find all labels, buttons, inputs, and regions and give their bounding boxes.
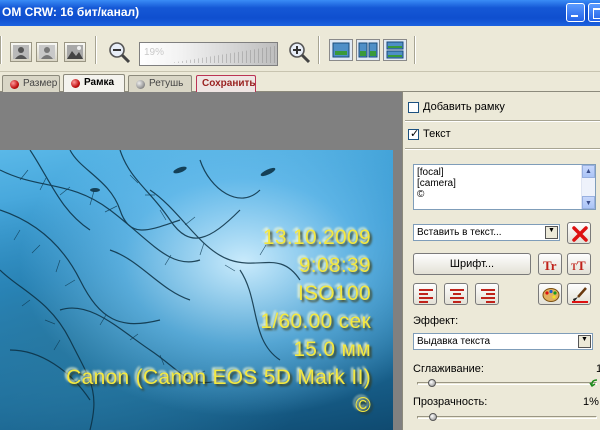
stacked-view-button[interactable] <box>383 39 407 61</box>
landscape-view-button[interactable] <box>64 42 86 62</box>
tab-save[interactable]: Сохранить <box>196 75 256 92</box>
align-right-icon <box>481 289 495 303</box>
text-label: Текст <box>423 128 451 140</box>
overlay-camera: Canon (Canon EOS 5D Mark II) <box>66 366 371 389</box>
title-bar: OM CRW: 16 бит/канал) <box>0 0 600 26</box>
add-frame-checkbox[interactable] <box>408 102 419 113</box>
tab-label: Размер <box>23 78 58 89</box>
single-view-icon <box>332 42 350 58</box>
text-case-icon: Tr <box>543 258 557 273</box>
scroll-up-icon[interactable] <box>582 165 595 178</box>
tab-retouch[interactable]: Ретушь <box>128 75 192 92</box>
text-field-scrollbar[interactable] <box>581 165 595 209</box>
toolbar-separator <box>95 36 97 64</box>
image-canvas[interactable]: 13.10.2009 9:08:39 ISO100 1/60.00 сек 15… <box>0 92 402 430</box>
toolbar-separator <box>318 36 320 64</box>
tab-frame[interactable]: Рамка <box>63 74 125 92</box>
person-view-2-button[interactable] <box>36 42 58 62</box>
zoom-out-icon[interactable] <box>107 40 131 64</box>
divider <box>405 120 600 122</box>
text-line: [camera] <box>417 178 456 189</box>
landscape-icon <box>67 45 83 59</box>
tab-label: Ретушь <box>149 78 184 89</box>
align-right-button[interactable] <box>475 283 499 305</box>
status-dot-icon <box>136 80 145 89</box>
add-frame-label: Добавить рамку <box>423 101 505 113</box>
zoom-percent: 19% <box>144 47 165 58</box>
svg-text:Tr: Tr <box>543 258 557 273</box>
text-line: [focal] <box>417 167 444 178</box>
split-view-button[interactable] <box>356 39 380 61</box>
overlay-shutter: 1/60.00 сек <box>260 310 371 333</box>
person-icon <box>39 45 55 59</box>
brush-icon <box>572 287 588 303</box>
delete-text-button[interactable] <box>567 222 591 244</box>
font-button[interactable]: Шрифт... <box>413 253 531 275</box>
person-view-button[interactable] <box>10 42 32 62</box>
maximize-button[interactable] <box>588 3 600 22</box>
tab-strip: Размер Рамка Ретушь Сохранить <box>0 72 600 92</box>
effect-dropdown[interactable]: Выдавка текста <box>413 333 593 350</box>
svg-text:T: T <box>577 258 586 273</box>
toolbar: 19% <box>0 26 600 72</box>
split-view-icon <box>358 42 378 58</box>
status-dot-icon <box>10 80 19 89</box>
toolbar-separator <box>414 36 416 64</box>
overlay-time: 9:08:39 <box>298 254 371 277</box>
insert-combo-value: Вставить в текст... <box>417 227 502 238</box>
tab-label: Рамка <box>84 77 115 88</box>
overlay-copyright: © <box>355 394 371 417</box>
photo-preview: 13.10.2009 9:08:39 ISO100 1/60.00 сек 15… <box>0 150 393 430</box>
person-icon <box>13 45 29 59</box>
close-icon <box>572 226 588 242</box>
window-title: OM CRW: 16 бит/канал) <box>2 5 140 19</box>
chevron-down-icon <box>545 226 558 239</box>
case-small-button[interactable]: Tr <box>538 253 562 275</box>
overlay-text-field[interactable]: [focal] [camera] © <box>413 164 596 210</box>
transparency-slider-thumb[interactable] <box>429 413 437 421</box>
effect-value: Выдавка текста <box>417 336 491 347</box>
smoothing-label: Сглаживание: <box>413 363 484 375</box>
text-line: © <box>417 189 425 200</box>
text-size-icon: TT <box>571 258 586 273</box>
single-view-button[interactable] <box>329 39 353 61</box>
status-dot-icon <box>71 79 80 88</box>
case-upper-button[interactable]: TT <box>567 253 591 275</box>
divider <box>405 148 600 150</box>
text-checkbox[interactable] <box>408 127 419 140</box>
overlay-date: 13.10.2009 <box>262 226 371 249</box>
overlay-focal: 15.0 мм <box>293 338 371 361</box>
scroll-down-icon[interactable] <box>582 196 595 209</box>
align-left-icon <box>419 289 433 303</box>
align-left-button[interactable] <box>413 283 437 305</box>
smoothing-slider-thumb[interactable] <box>428 379 436 387</box>
palette-icon <box>542 288 560 302</box>
toolbar-separator <box>0 36 2 64</box>
insert-into-text-dropdown[interactable]: Вставить в текст... <box>413 224 560 241</box>
chevron-down-icon <box>578 335 591 348</box>
frame-settings-panel: Добавить рамку Текст [focal] [camera] © … <box>402 92 600 430</box>
brush-button[interactable] <box>567 283 591 305</box>
zoom-scale-bars <box>170 46 275 63</box>
color-palette-button[interactable] <box>538 283 562 305</box>
align-center-icon <box>450 289 464 303</box>
align-center-button[interactable] <box>444 283 468 305</box>
transparency-slider[interactable] <box>417 416 597 419</box>
reset-arrow-icon[interactable] <box>589 378 599 388</box>
tab-label: Сохранить <box>202 78 256 89</box>
minimize-button[interactable] <box>566 3 585 22</box>
tab-size[interactable]: Размер <box>2 75 60 92</box>
overlay-iso: ISO100 <box>297 282 371 305</box>
effect-label: Эффект: <box>413 315 459 327</box>
smoothing-slider[interactable] <box>417 382 597 385</box>
zoom-slider[interactable]: 19% <box>139 42 278 66</box>
transparency-label: Прозрачность: <box>413 396 488 408</box>
zoom-in-icon[interactable] <box>287 40 311 64</box>
transparency-value: 1% <box>583 396 599 408</box>
smoothing-value: 1 <box>596 363 600 375</box>
stacked-view-icon <box>386 41 404 59</box>
